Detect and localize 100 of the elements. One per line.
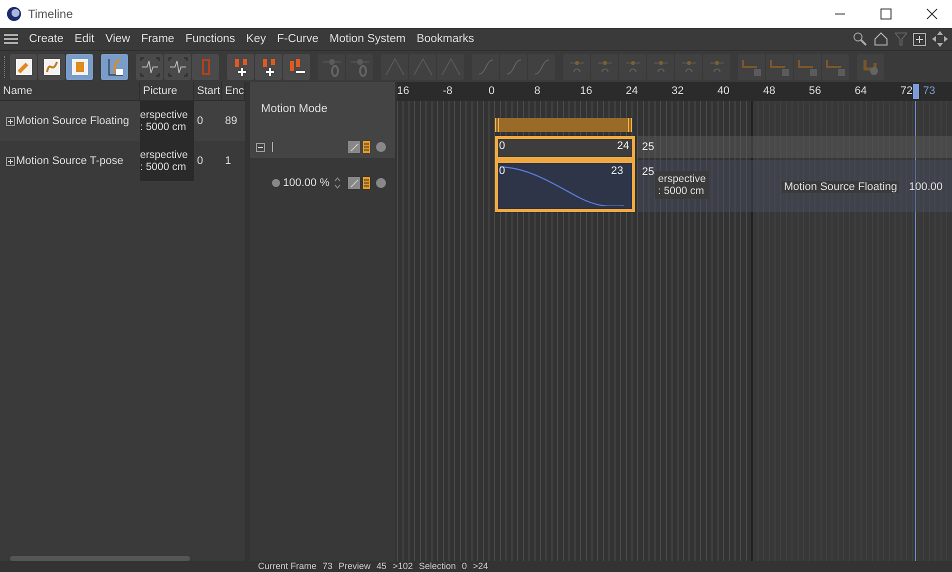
toolbar-button[interactable]	[101, 54, 128, 80]
column-header[interactable]: Enc	[222, 82, 245, 100]
close-icon[interactable]	[926, 8, 938, 20]
layer-icon[interactable]	[363, 177, 370, 189]
toggle-dot-icon[interactable]	[376, 178, 386, 188]
waveform-icon	[140, 56, 160, 76]
window-title: Timeline	[28, 7, 73, 21]
thumbnail-text: erspective	[140, 149, 189, 161]
frame-label: 25	[642, 166, 654, 178]
status-text: 0	[462, 561, 467, 572]
home-icon[interactable]	[873, 32, 889, 46]
ruler-label: 40	[717, 85, 730, 97]
clip-start-label: 0	[499, 140, 506, 152]
object-name[interactable]: Motion Source Floating	[16, 115, 130, 127]
clip-end-label: 24	[617, 140, 630, 152]
layer-icon[interactable]	[363, 141, 370, 153]
search-icon[interactable]	[853, 32, 867, 46]
collapse-icon[interactable]	[256, 142, 265, 152]
tangent-icon	[412, 56, 432, 76]
panel-title: Motion Mode	[261, 103, 328, 115]
status-dot-icon[interactable]	[272, 179, 280, 187]
status-text: 73	[322, 561, 333, 572]
edit-toggle-icon[interactable]	[348, 141, 360, 153]
tooltip-text: erspective	[658, 173, 706, 185]
toolbar-button[interactable]	[66, 54, 93, 80]
status-text: 45	[376, 561, 387, 572]
status-text: Preview	[338, 561, 371, 572]
menu-item[interactable]: Create	[29, 33, 64, 45]
range-bar[interactable]	[494, 118, 632, 132]
ruler-label: 56	[808, 85, 822, 97]
thumbnail-text: erspective	[140, 109, 189, 121]
expand-icon[interactable]	[6, 116, 15, 126]
toolbar-button[interactable]	[255, 54, 282, 80]
ruler-label: 32	[672, 85, 684, 97]
clip-end-label: 23	[611, 165, 624, 177]
menu-item[interactable]: Key	[246, 33, 266, 45]
expand-icon[interactable]	[6, 156, 15, 166]
menu-item[interactable]: View	[105, 33, 130, 45]
toolbar-button[interactable]	[136, 54, 163, 80]
tangent-icon	[440, 56, 460, 76]
motion-clip[interactable]	[494, 160, 635, 212]
frame-label: 25	[642, 141, 654, 153]
ruler-label: 16	[580, 85, 592, 97]
tangent-icon	[384, 56, 404, 76]
menu-item[interactable]: Motion System	[330, 33, 406, 45]
status-text: Current Frame	[258, 561, 317, 572]
spinner-icon[interactable]	[334, 177, 342, 189]
menu-icon[interactable]	[4, 33, 18, 45]
thumbnail-text: : 5000 cm	[140, 121, 188, 133]
key-point-icon	[322, 56, 342, 76]
column-header[interactable]: Start	[194, 82, 222, 100]
toolbar-button[interactable]	[38, 54, 65, 80]
waveform-icon	[168, 56, 188, 76]
clip-start-label: 0	[499, 165, 506, 177]
motion-clip[interactable]	[494, 136, 635, 160]
ruler-label: 72	[900, 85, 913, 97]
app-logo-icon	[6, 6, 22, 22]
ruler-label: 24	[626, 85, 638, 97]
clip-caption: Motion Source Floating	[782, 181, 900, 193]
toolbar-button[interactable]	[10, 54, 37, 80]
value-field[interactable]: 100.00 %	[283, 177, 330, 189]
status-text: >24	[472, 561, 488, 572]
scroll-bar[interactable]	[10, 556, 190, 561]
table-cell-text: 89	[224, 115, 238, 127]
thumbnail-text: : 5000 cm	[140, 161, 188, 173]
status-text: Selection	[418, 561, 456, 572]
name-marker	[272, 142, 273, 152]
table-cell-text: 0	[196, 155, 204, 167]
maximize-icon[interactable]	[880, 8, 892, 20]
move-icon[interactable]	[932, 31, 948, 47]
edit-toggle-icon[interactable]	[348, 177, 360, 189]
toggle-dot-icon[interactable]	[376, 142, 386, 152]
toolbar-button[interactable]	[164, 54, 191, 80]
status-text: >102	[392, 561, 413, 572]
key-point-icon	[350, 56, 370, 76]
current-frame-label: 73	[923, 85, 936, 97]
menu-item[interactable]: Frame	[141, 33, 174, 45]
object-name[interactable]: Motion Source T-pose	[16, 155, 124, 167]
curve-graph-icon	[42, 56, 62, 76]
clip-value: 100.00	[909, 181, 943, 193]
wrench-icon	[14, 56, 34, 76]
ruler-label: 16	[397, 85, 410, 97]
column-header[interactable]: Picture	[140, 82, 194, 100]
filter-icon[interactable]	[895, 32, 907, 46]
menu-item[interactable]: F-Curve	[277, 33, 319, 45]
toolbar-button[interactable]	[227, 54, 254, 80]
menu-item[interactable]: Functions	[185, 33, 236, 45]
table-cell-text: 0	[196, 115, 204, 127]
ruler-label: 64	[854, 85, 867, 97]
ruler-label: 48	[763, 85, 776, 97]
ruler-label: -8	[442, 85, 453, 97]
range-icon	[70, 56, 90, 76]
toolbar-button[interactable]	[283, 54, 310, 80]
add-panel-icon[interactable]	[913, 32, 926, 46]
menu-item[interactable]: Bookmarks	[416, 33, 474, 45]
current-frame-marker[interactable]	[913, 84, 919, 99]
column-header[interactable]: Name	[0, 82, 140, 100]
menu-item[interactable]: Edit	[74, 33, 94, 45]
table-cell-text: 1	[224, 155, 232, 167]
ruler-label: 0	[488, 85, 495, 97]
